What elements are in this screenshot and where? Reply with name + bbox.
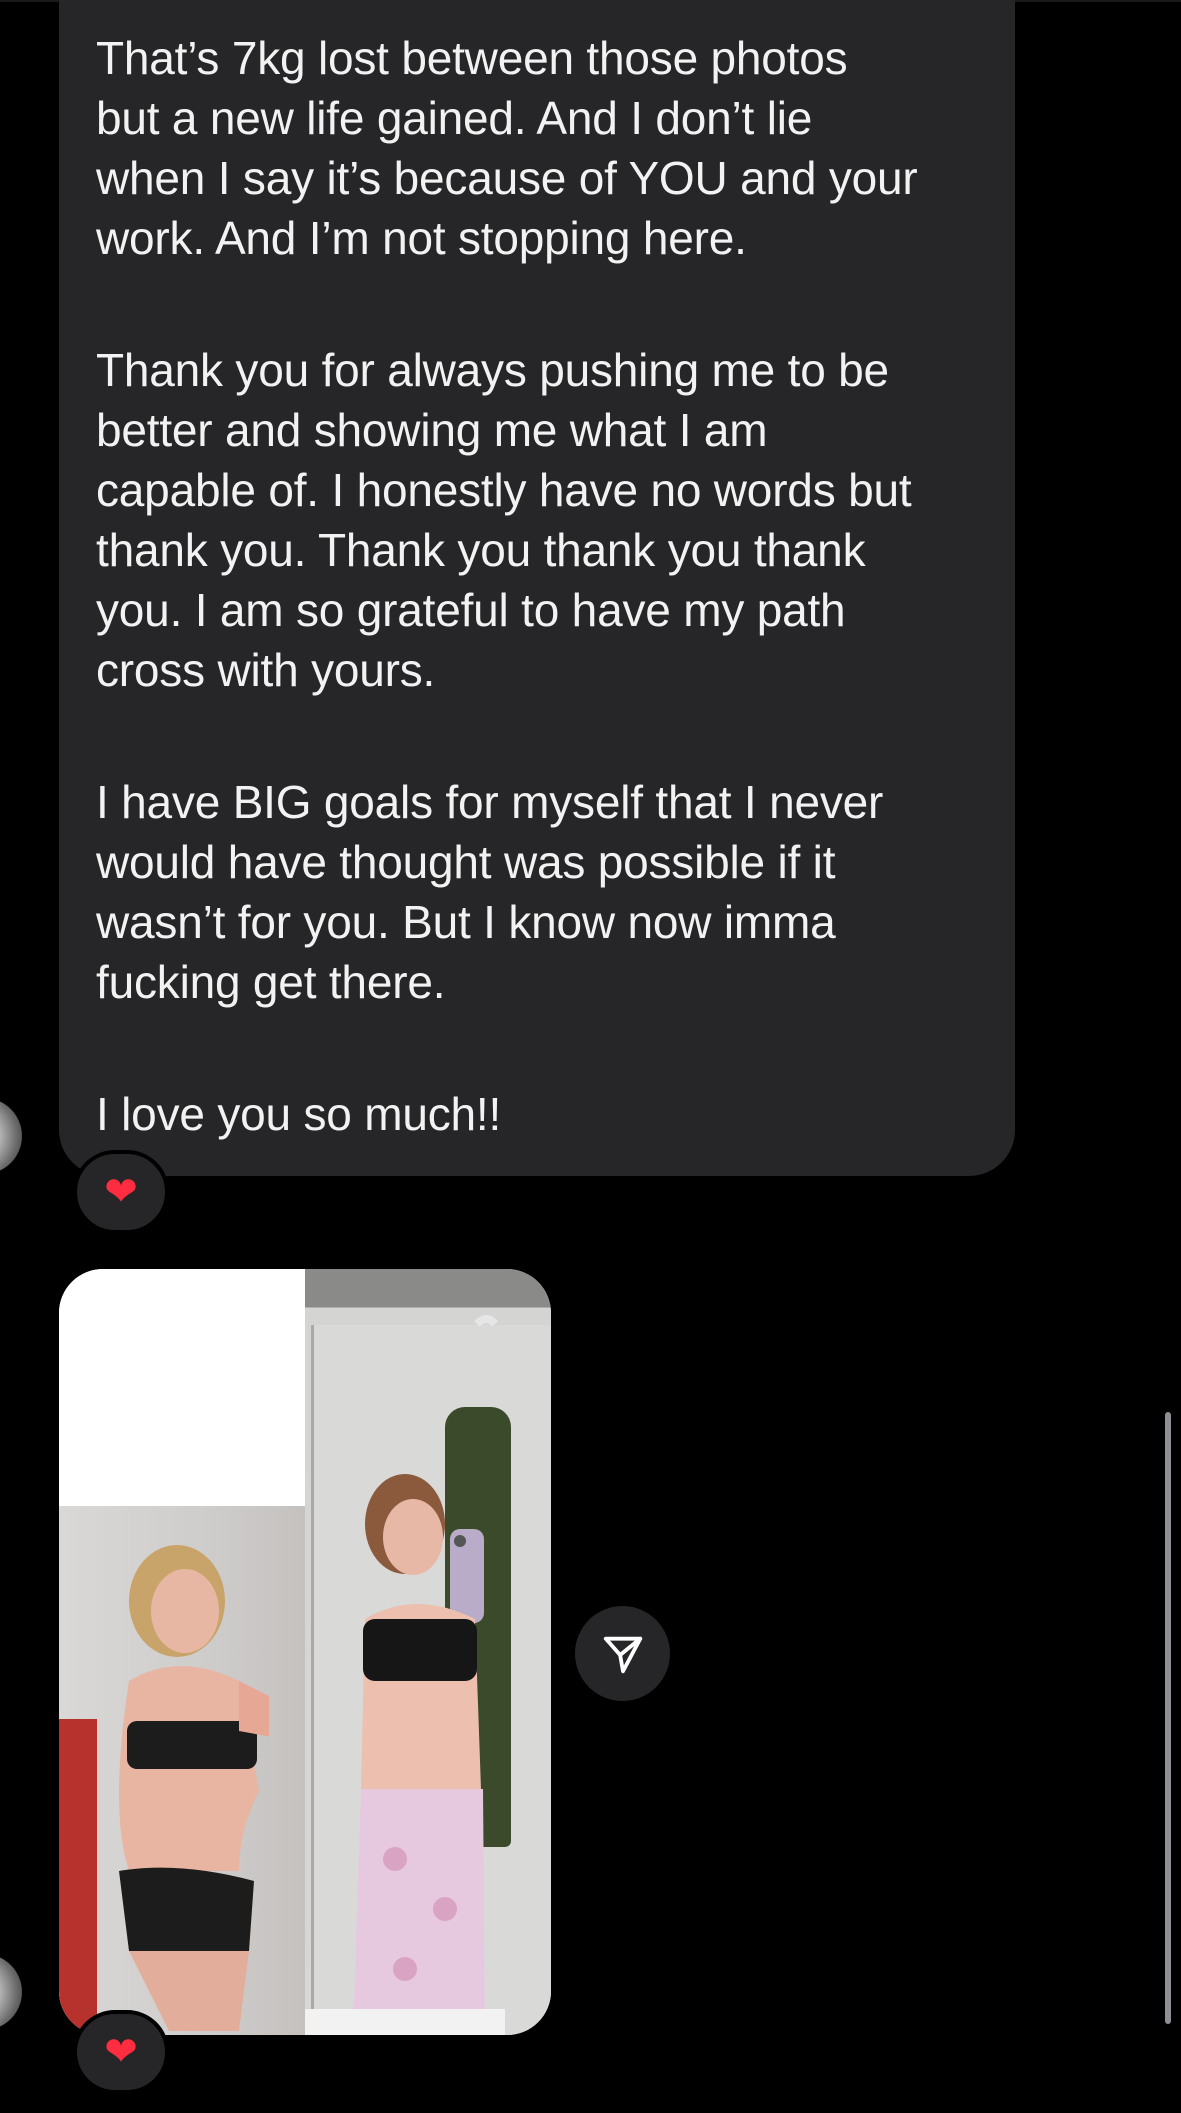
progress-photo-message[interactable] xyxy=(59,1269,551,2035)
sender-avatar[interactable] xyxy=(0,1954,22,2030)
after-photo xyxy=(305,1269,551,2035)
share-button[interactable] xyxy=(575,1606,670,1701)
after-photo-figure xyxy=(305,1315,505,2035)
before-photo xyxy=(59,1269,305,2035)
message-paragraph-3: I have BIG goals for myself that I never… xyxy=(96,776,884,1008)
heart-icon: ❤ xyxy=(104,2029,138,2075)
photo-reaction[interactable]: ❤ xyxy=(73,2010,169,2094)
message-reaction[interactable]: ❤ xyxy=(73,1150,169,1234)
message-bubble[interactable]: That’s 7kg lost between those photos but… xyxy=(59,0,1015,1176)
sender-avatar[interactable] xyxy=(0,1098,22,1174)
message-paragraph-4: I love you so much!! xyxy=(96,1088,502,1140)
heart-icon: ❤ xyxy=(104,1169,138,1215)
message-paragraph-2: Thank you for always pushing me to be be… xyxy=(96,344,912,696)
before-photo-figure xyxy=(119,1545,269,2031)
scrollbar[interactable] xyxy=(1165,1412,1171,2024)
paper-plane-icon xyxy=(603,1636,642,1673)
message-paragraph-1: That’s 7kg lost between those photos but… xyxy=(96,32,918,264)
